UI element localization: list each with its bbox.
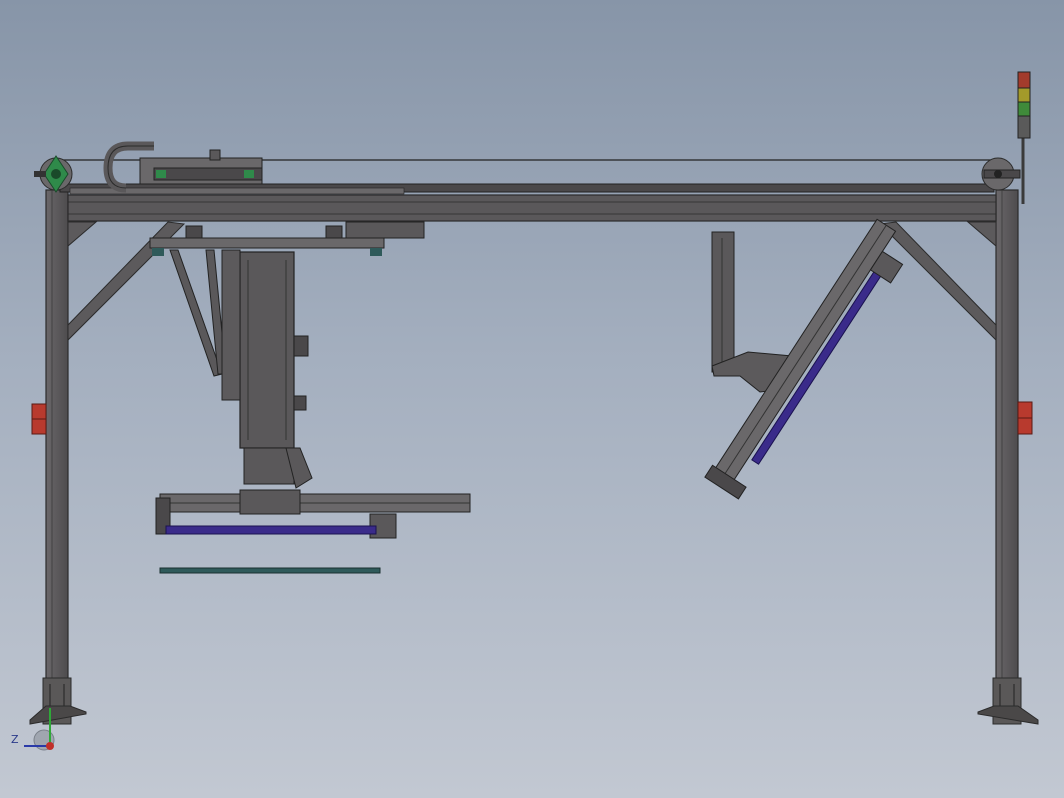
left-column[interactable] [29,189,87,725]
cad-viewport[interactable] [0,0,1064,798]
red-light-icon [1017,71,1031,89]
left-gripper-assembly[interactable] [149,221,471,539]
x-axis-icon [46,742,54,750]
triad-axis-label: Z [11,733,19,746]
left-vacuum-bar [165,525,377,535]
right-column[interactable] [977,189,1039,725]
top-trolley[interactable] [139,149,263,185]
yellow-light-icon [1017,87,1031,103]
workpiece-plate [159,567,381,574]
green-light-icon [1017,101,1031,117]
right-gripper-assembly[interactable] [704,217,916,504]
left-pulley[interactable] [34,155,73,193]
signal-tower[interactable] [1017,71,1031,204]
right-pulley[interactable] [981,157,1021,191]
